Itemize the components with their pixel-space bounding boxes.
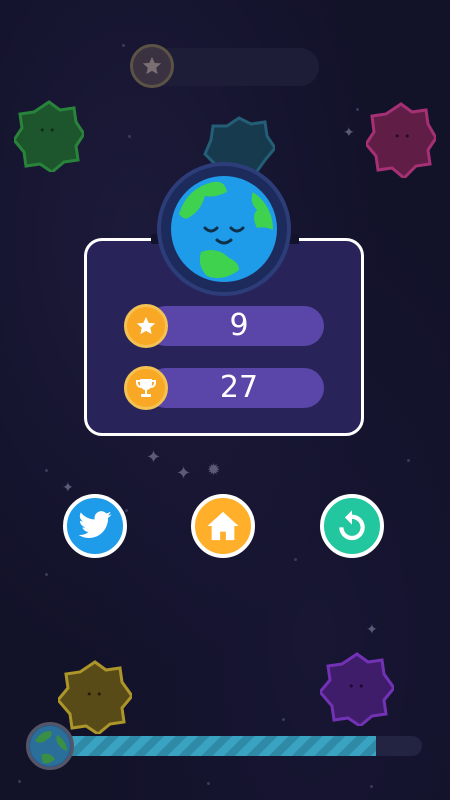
twitter-share-button[interactable] <box>63 494 127 558</box>
sparkle-icon: ✦ <box>176 463 192 484</box>
sparkle-icon: ✦ <box>146 447 162 468</box>
svg-text:• •: • • <box>348 680 364 693</box>
pink-monster-icon: • • <box>364 102 438 182</box>
home-icon <box>207 511 239 541</box>
sparkle-icon: ✦ <box>62 480 74 496</box>
bg-star-dot <box>45 573 48 576</box>
bg-star-dot <box>128 135 131 138</box>
bg-star-dot <box>407 459 410 462</box>
star-icon <box>130 44 174 88</box>
bg-star-dot <box>18 780 21 783</box>
bg-star-dot <box>370 785 373 788</box>
purple-monster-icon: • • <box>318 652 396 730</box>
star-icon <box>124 304 168 348</box>
yellow-monster-icon: • • <box>56 660 134 738</box>
sparkle-icon: ✦ <box>343 125 355 141</box>
bg-star-dot <box>356 108 359 111</box>
earth-progress-icon <box>26 722 74 770</box>
stars-stat-row: 9 <box>124 304 324 348</box>
home-button[interactable] <box>191 494 255 558</box>
best-score-row: 27 <box>124 366 324 410</box>
replay-icon <box>339 510 365 541</box>
trophy-icon <box>124 366 168 410</box>
best-score-value: 27 <box>219 370 259 405</box>
svg-text:• •: • • <box>394 130 410 143</box>
bg-star-dot <box>125 509 128 512</box>
svg-text:• •: • • <box>86 688 102 701</box>
sparkle-icon: ✦ <box>366 622 378 638</box>
replay-button[interactable] <box>320 494 384 558</box>
sparkle-icon: ✹ <box>207 460 221 479</box>
bg-star-dot <box>282 718 285 721</box>
svg-text:• •: • • <box>39 124 55 137</box>
stars-count: 9 <box>229 308 249 343</box>
bg-star-dot <box>45 469 48 472</box>
bg-star-dot <box>122 44 125 47</box>
twitter-bird-icon <box>78 511 112 538</box>
bg-star-dot <box>294 558 297 561</box>
green-monster-icon: • • <box>12 100 86 176</box>
earth-planet-avatar <box>157 162 291 296</box>
bg-star-dot <box>207 782 210 785</box>
level-progress-fill <box>40 736 376 756</box>
